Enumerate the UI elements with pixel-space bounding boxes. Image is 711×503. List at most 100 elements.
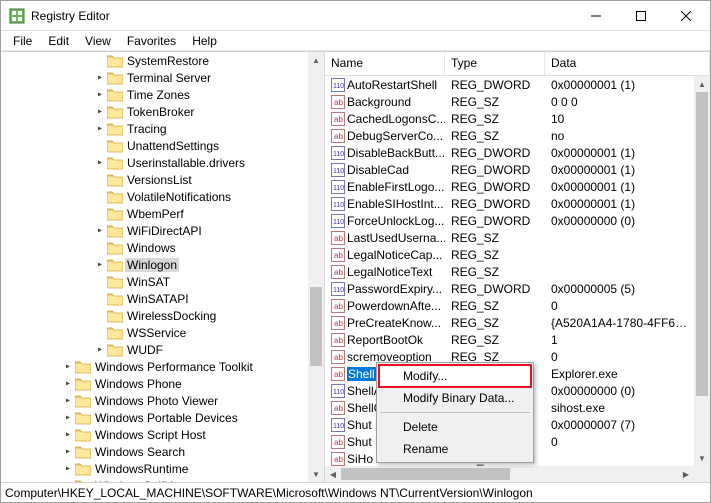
close-button[interactable] xyxy=(663,1,708,30)
expander-icon[interactable]: ▸ xyxy=(93,157,107,168)
list-row[interactable]: 110EnableSIHostInt...REG_DWORD0x00000001… xyxy=(325,195,694,212)
menu-favorites[interactable]: Favorites xyxy=(119,32,184,50)
value-name: Shut xyxy=(347,435,372,449)
scroll-up-icon[interactable]: ▲ xyxy=(694,76,710,92)
menu-file[interactable]: File xyxy=(5,32,40,50)
expander-icon[interactable] xyxy=(93,55,107,66)
scroll-down-icon[interactable]: ▼ xyxy=(694,450,710,466)
list-row[interactable]: 110EnableFirstLogo...REG_DWORD0x00000001… xyxy=(325,178,694,195)
tree-item[interactable]: UnattendSettings xyxy=(1,137,308,154)
expander-icon[interactable] xyxy=(93,191,107,202)
menu-edit[interactable]: Edit xyxy=(40,32,77,50)
tree-item[interactable]: VersionsList xyxy=(1,171,308,188)
tree-item[interactable]: WinSAT xyxy=(1,273,308,290)
minimize-button[interactable] xyxy=(573,1,618,30)
tree-vscrollbar[interactable]: ▲ ▼ xyxy=(308,52,324,482)
expander-icon[interactable] xyxy=(93,242,107,253)
list-hscroll-thumb[interactable] xyxy=(341,468,510,480)
list-vscroll-thumb[interactable] xyxy=(696,92,708,396)
column-type[interactable]: Type xyxy=(445,52,545,75)
svg-text:ab: ab xyxy=(334,251,343,260)
tree-item[interactable]: ▸WiFiDirectAPI xyxy=(1,222,308,239)
column-data[interactable]: Data xyxy=(545,52,710,75)
expander-icon[interactable]: ▸ xyxy=(93,259,107,270)
list-row[interactable]: abCachedLogonsC...REG_SZ10 xyxy=(325,110,694,127)
tree-item[interactable]: ▸WUDF xyxy=(1,341,308,358)
expander-icon[interactable] xyxy=(93,327,107,338)
context-delete[interactable]: Delete xyxy=(379,416,531,438)
tree-item[interactable]: ▸Winlogon xyxy=(1,256,308,273)
svg-text:ab: ab xyxy=(334,404,343,413)
list-row[interactable]: abReportBootOkREG_SZ1 xyxy=(325,331,694,348)
expander-icon[interactable]: ▸ xyxy=(61,395,75,406)
list-row[interactable]: abLastUsedUserna...REG_SZ xyxy=(325,229,694,246)
expander-icon[interactable]: ▸ xyxy=(93,225,107,236)
context-rename[interactable]: Rename xyxy=(379,438,531,460)
list-row[interactable]: 110ForceUnlockLog...REG_DWORD0x00000000 … xyxy=(325,212,694,229)
tree-item[interactable]: Windows xyxy=(1,239,308,256)
expander-icon[interactable]: ▸ xyxy=(61,463,75,474)
list-row[interactable]: abBackgroundREG_SZ0 0 0 xyxy=(325,93,694,110)
menu-view[interactable]: View xyxy=(77,32,119,50)
maximize-button[interactable] xyxy=(618,1,663,30)
expander-icon[interactable] xyxy=(93,140,107,151)
expander-icon[interactable]: ▸ xyxy=(61,429,75,440)
scroll-left-icon[interactable]: ◀ xyxy=(325,466,341,482)
list-row[interactable]: 110DisableCadREG_DWORD0x00000001 (1) xyxy=(325,161,694,178)
tree-item[interactable]: ▸Terminal Server xyxy=(1,69,308,86)
expander-icon[interactable]: ▸ xyxy=(61,446,75,457)
tree-item[interactable]: SystemRestore xyxy=(1,52,308,69)
expander-icon[interactable]: ▸ xyxy=(93,123,107,134)
list-hscrollbar[interactable]: ◀ ▶ xyxy=(325,466,694,482)
tree-item[interactable]: ▸Windows Portable Devices xyxy=(1,409,308,426)
tree-item[interactable]: WindowsSelfHost xyxy=(1,477,308,482)
tree-scroll-thumb[interactable] xyxy=(310,287,322,367)
tree-item[interactable]: ▸WindowsRuntime xyxy=(1,460,308,477)
tree-item[interactable]: ▸TokenBroker xyxy=(1,103,308,120)
tree-item[interactable]: ▸Windows Photo Viewer xyxy=(1,392,308,409)
tree-item[interactable]: ▸Windows Search xyxy=(1,443,308,460)
tree-item[interactable]: WirelessDocking xyxy=(1,307,308,324)
list-row[interactable]: 110DisableBackButt...REG_DWORD0x00000001… xyxy=(325,144,694,161)
scroll-right-icon[interactable]: ▶ xyxy=(678,466,694,482)
expander-icon[interactable] xyxy=(61,480,75,482)
value-type: REG_DWORD xyxy=(445,163,545,177)
list-row[interactable]: abLegalNoticeCap...REG_SZ xyxy=(325,246,694,263)
tree-item[interactable]: WSService xyxy=(1,324,308,341)
tree-item[interactable]: VolatileNotifications xyxy=(1,188,308,205)
tree-item[interactable]: WbemPerf xyxy=(1,205,308,222)
list-vscrollbar[interactable]: ▲ ▼ xyxy=(694,76,710,466)
list-row[interactable]: 110AutoRestartShellREG_DWORD0x00000001 (… xyxy=(325,76,694,93)
expander-icon[interactable]: ▸ xyxy=(93,344,107,355)
tree-item[interactable]: ▸Windows Phone xyxy=(1,375,308,392)
list-row[interactable]: abLegalNoticeTextREG_SZ xyxy=(325,263,694,280)
expander-icon[interactable] xyxy=(93,208,107,219)
expander-icon[interactable] xyxy=(93,276,107,287)
context-modify-binary[interactable]: Modify Binary Data... xyxy=(379,387,531,409)
expander-icon[interactable]: ▸ xyxy=(93,89,107,100)
expander-icon[interactable] xyxy=(93,174,107,185)
tree-item[interactable]: ▸Time Zones xyxy=(1,86,308,103)
expander-icon[interactable]: ▸ xyxy=(61,378,75,389)
expander-icon[interactable] xyxy=(93,310,107,321)
scroll-up-icon[interactable]: ▲ xyxy=(308,52,324,68)
expander-icon[interactable]: ▸ xyxy=(61,361,75,372)
tree-item[interactable]: ▸Windows Script Host xyxy=(1,426,308,443)
list-row[interactable]: abPreCreateKnow...REG_SZ{A520A1A4-1780-4… xyxy=(325,314,694,331)
column-name[interactable]: Name xyxy=(325,52,445,75)
tree-item[interactable]: ▸Tracing xyxy=(1,120,308,137)
tree-item[interactable]: WinSATAPI xyxy=(1,290,308,307)
expander-icon[interactable]: ▸ xyxy=(61,412,75,423)
context-modify[interactable]: Modify... xyxy=(379,365,531,387)
expander-icon[interactable]: ▸ xyxy=(93,72,107,83)
list-row[interactable]: abDebugServerCo...REG_SZno xyxy=(325,127,694,144)
list-row[interactable]: abPowerdownAfte...REG_SZ0 xyxy=(325,297,694,314)
tree-item[interactable]: ▸Windows Performance Toolkit xyxy=(1,358,308,375)
menu-help[interactable]: Help xyxy=(184,32,225,50)
expander-icon[interactable] xyxy=(93,293,107,304)
expander-icon[interactable]: ▸ xyxy=(93,106,107,117)
tree-item[interactable]: ▸Userinstallable.drivers xyxy=(1,154,308,171)
list-row[interactable]: 110PasswordExpiry...REG_DWORD0x00000005 … xyxy=(325,280,694,297)
scroll-down-icon[interactable]: ▼ xyxy=(308,466,324,482)
tree-view[interactable]: SystemRestore▸Terminal Server▸Time Zones… xyxy=(1,52,308,482)
